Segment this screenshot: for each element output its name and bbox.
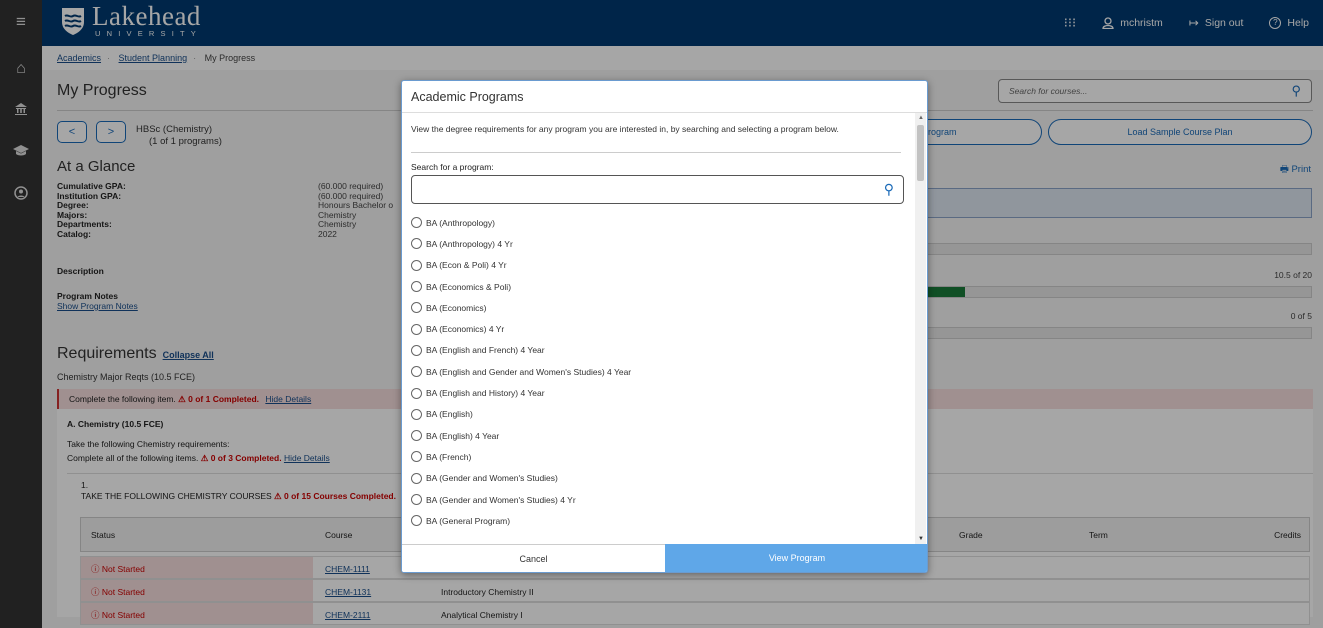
radio-button[interactable] — [411, 366, 422, 378]
dialog-description: View the degree requirements for any pro… — [411, 124, 839, 134]
program-option[interactable]: BA (Gender and Women's Studies) — [411, 468, 901, 489]
program-option[interactable]: BA (Anthropology) — [411, 212, 901, 233]
program-search-label: Search for a program: — [411, 162, 494, 172]
radio-button[interactable] — [411, 323, 422, 335]
program-option[interactable]: BA (General Program) — [411, 510, 901, 531]
dialog-scrollbar[interactable]: ▲ ▼ — [915, 113, 926, 544]
radio-button[interactable] — [411, 344, 422, 356]
cancel-button[interactable]: Cancel — [402, 544, 665, 572]
program-option[interactable]: BA (Gender and Women's Studies) 4 Yr — [411, 489, 901, 510]
program-option[interactable]: BA (English) — [411, 404, 901, 425]
radio-button[interactable] — [411, 451, 422, 463]
program-option[interactable]: BA (Anthropology) 4 Yr — [411, 233, 901, 254]
scrollbar-thumb[interactable] — [917, 125, 924, 181]
academic-programs-dialog: Academic Programs View the degree requir… — [401, 80, 928, 573]
program-option[interactable]: BA (Economics & Poli) — [411, 276, 901, 297]
radio-button[interactable] — [411, 259, 422, 271]
program-option[interactable]: BA (English and Gender and Women's Studi… — [411, 361, 901, 382]
radio-button[interactable] — [411, 387, 422, 399]
dialog-title: Academic Programs — [411, 90, 524, 104]
scroll-down-arrow-icon[interactable]: ▼ — [918, 536, 924, 542]
scroll-up-arrow-icon[interactable]: ▲ — [918, 115, 924, 121]
divider — [402, 112, 927, 113]
program-option[interactable]: BA (Econ & Poli) 4 Yr — [411, 255, 901, 276]
program-option[interactable]: BA (Economics) 4 Yr — [411, 318, 901, 339]
search-icon[interactable]: ⚲ — [884, 181, 894, 198]
radio-button[interactable] — [411, 472, 422, 484]
dialog-footer: Cancel View Program — [402, 544, 927, 572]
radio-button[interactable] — [411, 302, 422, 314]
radio-button[interactable] — [411, 281, 422, 293]
divider — [411, 152, 901, 153]
radio-button[interactable] — [411, 217, 422, 229]
program-option[interactable]: BA (Economics) — [411, 297, 901, 318]
radio-button[interactable] — [411, 408, 422, 420]
program-option[interactable]: BA (French) — [411, 446, 901, 467]
radio-button[interactable] — [411, 494, 422, 505]
radio-button[interactable] — [411, 515, 422, 527]
program-option[interactable]: BA (English and French) 4 Year — [411, 340, 901, 361]
radio-button[interactable] — [411, 430, 422, 442]
program-options-list: BA (Anthropology) BA (Anthropology) 4 Yr… — [411, 212, 901, 544]
view-program-submit-button[interactable]: View Program — [665, 544, 927, 572]
program-option[interactable]: BA (English) 4 Year — [411, 425, 901, 446]
program-option[interactable]: BA (English and History) 4 Year — [411, 382, 901, 403]
radio-button[interactable] — [411, 238, 422, 250]
program-search-input[interactable]: ⚲ — [411, 175, 904, 204]
